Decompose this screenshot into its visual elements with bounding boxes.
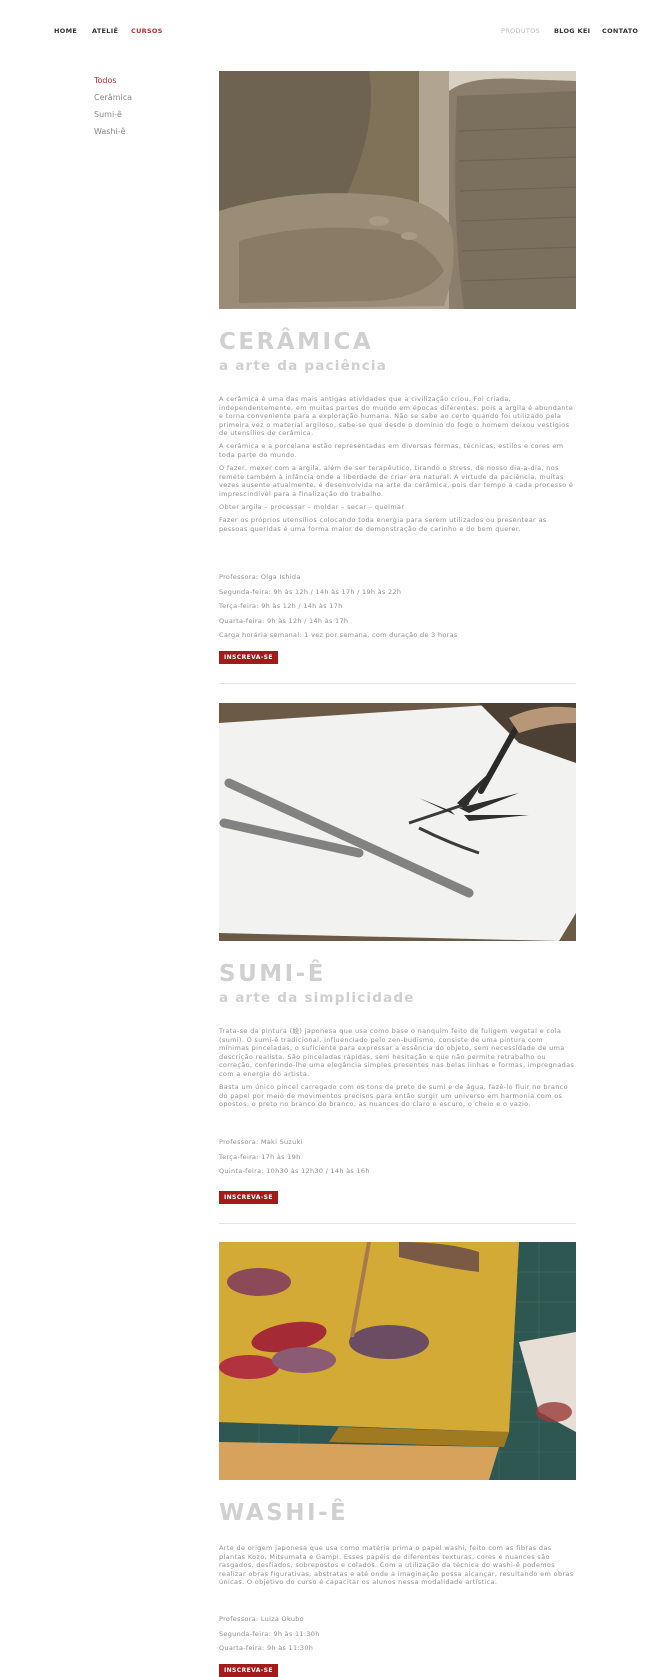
course-description: Trata-se da pintura (絵) japonesa que usa…	[219, 1027, 575, 1113]
schedule-line: Terça-feira: 9h às 12h / 14h às 17h	[219, 602, 343, 610]
enroll-button[interactable]: INSCREVA-SE	[219, 651, 278, 664]
paragraph: A cerâmica é uma das mais antigas ativid…	[219, 395, 574, 438]
filter-todos[interactable]: Todos	[94, 72, 132, 89]
paragraph: Trata-se da pintura (絵) japonesa que usa…	[219, 1027, 575, 1078]
paragraph: O fazer, mexer com a argila, além de ser…	[219, 464, 574, 498]
schedule-line: Segunda-feira: 9h às 11:30h	[219, 1629, 320, 1638]
course-title: CERÂMICA	[219, 329, 374, 355]
course-title: SUMI-Ê	[219, 961, 326, 987]
teacher: Professora: Maki Suzuki	[219, 1138, 303, 1146]
schedule-line: Quinta-feira: 10h30 às 12h30 / 14h às 16…	[219, 1167, 370, 1175]
course-title: WASHI-Ê	[219, 1500, 349, 1526]
schedule-line: Quarta-feira: 9h às 12h / 14h às 17h	[219, 616, 349, 625]
filter-washie[interactable]: Washi-ê	[94, 123, 132, 140]
paper-collage-photo	[219, 1242, 576, 1480]
paragraph: Obter argila – processar – moldar – seca…	[219, 503, 405, 512]
course-schedule: Professora: Luiza Okubo Segunda-feira: 9…	[219, 1612, 320, 1656]
filter-sumie[interactable]: Sumi-ê	[94, 106, 132, 123]
course-schedule: Professora: Maki Suzuki Terça-feira: 17h…	[219, 1135, 370, 1179]
course-schedule: Professora: Olga Ishida Segunda-feira: 9…	[219, 570, 458, 643]
paragraph: A cerâmica e a porcelana estão represent…	[219, 442, 564, 460]
paragraph: Arte de origem japonesa que usa como mat…	[219, 1544, 574, 1587]
nav-contato[interactable]: CONTATO	[602, 27, 638, 35]
teacher: Professora: Olga Ishida	[219, 573, 301, 581]
category-filter: Todos Cerâmica Sumi-ê Washi-ê	[94, 72, 132, 140]
nav-blog[interactable]: BLOG KEI	[554, 27, 590, 35]
course-subtitle: a arte da paciência	[219, 358, 388, 374]
teacher: Professora: Luiza Okubo	[219, 1615, 304, 1623]
nav-home[interactable]: HOME	[54, 27, 77, 35]
pottery-wheel-photo	[219, 71, 576, 309]
course-description: A cerâmica é uma das mais antigas ativid…	[219, 395, 575, 538]
schedule-line: Carga horária semanal: 1 vez por semana,…	[219, 631, 458, 639]
filter-ceramica[interactable]: Cerâmica	[94, 89, 132, 106]
divider	[219, 683, 576, 684]
nav-produtos[interactable]: PRODUTOS	[501, 27, 540, 35]
schedule-line: Segunda-feira: 9h às 12h / 14h às 17h / …	[219, 587, 402, 596]
divider	[219, 1223, 576, 1224]
course-subtitle: a arte da simplicidade	[219, 990, 415, 1006]
schedule-line: Quarta-feira: 9h às 11:30h	[219, 1644, 314, 1652]
paragraph: Fazer os próprios utensílios colocando t…	[219, 516, 547, 533]
ink-painting-photo	[219, 703, 576, 941]
paragraph: Basta um único pincel carregado com os t…	[219, 1083, 568, 1109]
nav-atelie[interactable]: ATELIÊ	[92, 27, 118, 35]
schedule-line: Terça-feira: 17h às 19h	[219, 1152, 301, 1161]
course-description: Arte de origem japonesa que usa como mat…	[219, 1544, 575, 1591]
enroll-button[interactable]: INSCREVA-SE	[219, 1191, 278, 1204]
enroll-button[interactable]: INSCREVA-SE	[219, 1664, 278, 1677]
nav-cursos[interactable]: CURSOS	[131, 27, 163, 35]
